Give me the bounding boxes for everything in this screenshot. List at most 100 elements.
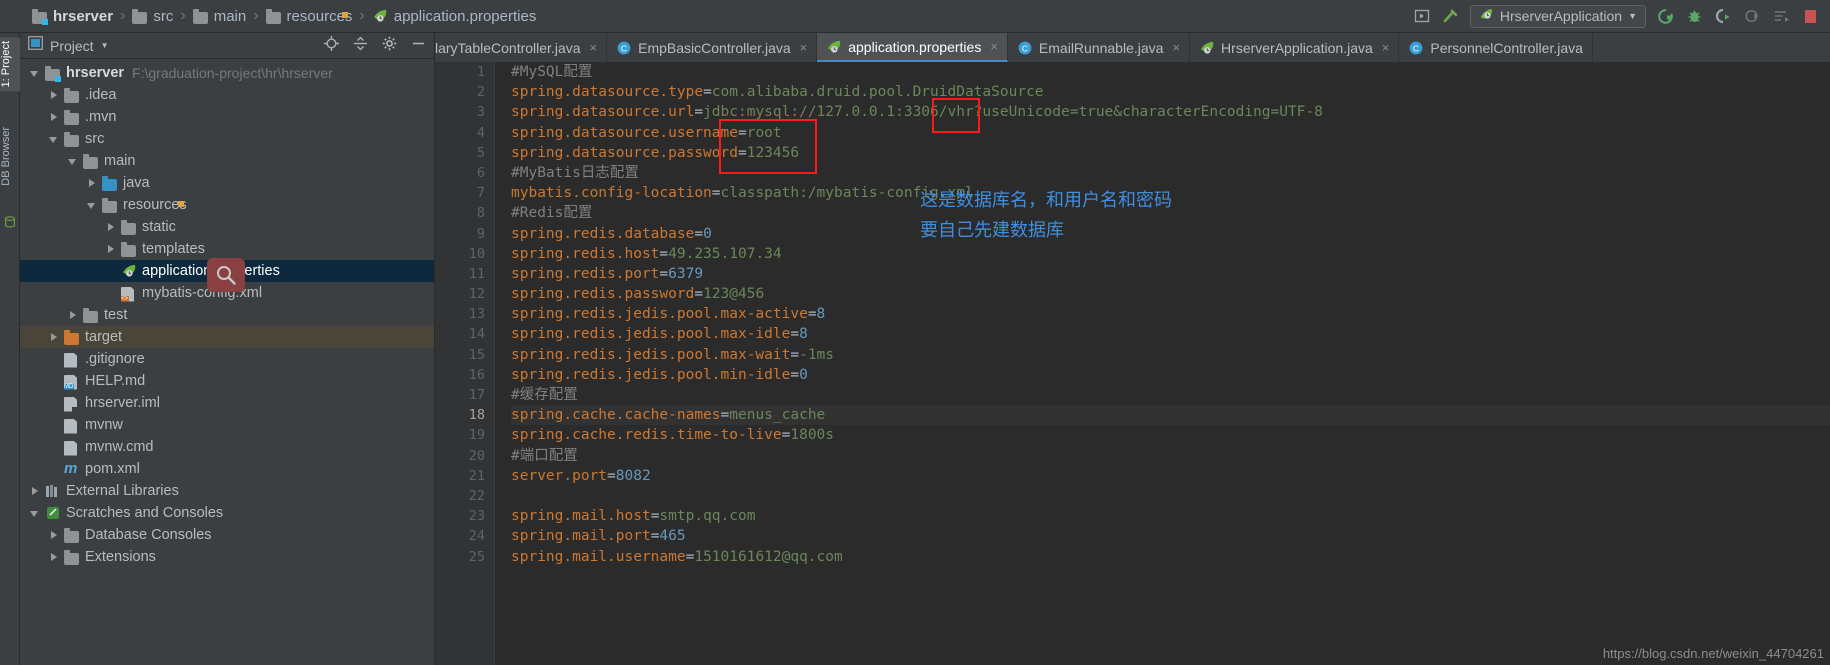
code-line[interactable]: spring.redis.host=49.235.107.34 <box>511 244 1830 264</box>
code-line[interactable]: spring.datasource.type=com.alibaba.druid… <box>511 82 1830 102</box>
editor-tab-empbasiccontroller-java[interactable]: C EmpBasicController.java × <box>607 33 818 62</box>
stop-icon[interactable] <box>1800 6 1820 26</box>
tree-node-resources[interactable]: resources <box>20 194 434 216</box>
tree-node-static[interactable]: static <box>20 216 434 238</box>
code-line[interactable]: spring.redis.jedis.pool.min-idle=0 <box>511 365 1830 385</box>
tree-expand-arrow-icon[interactable] <box>49 530 60 541</box>
run-icon[interactable] <box>1655 6 1675 26</box>
breadcrumb-item-src[interactable]: src <box>128 8 177 25</box>
close-icon[interactable]: × <box>1172 40 1180 55</box>
tree-node-mvnw-cmd[interactable]: mvnw.cmd <box>20 436 434 458</box>
tree-node-java[interactable]: java <box>20 172 434 194</box>
debug-icon[interactable] <box>1684 6 1704 26</box>
code-line[interactable]: spring.cache.cache-names=menus_cache <box>511 405 1830 426</box>
services-icon[interactable] <box>1771 6 1791 26</box>
code-line[interactable]: spring.mail.host=smtp.qq.com <box>511 506 1830 526</box>
settings-gear-icon[interactable] <box>382 36 397 56</box>
code-line[interactable] <box>511 486 1830 506</box>
tree-node--idea[interactable]: .idea <box>20 84 434 106</box>
tree-expand-arrow-icon[interactable] <box>49 112 60 123</box>
toggle-panel-icon[interactable] <box>1412 6 1432 26</box>
tree-node-target[interactable]: target <box>20 326 434 348</box>
tree-node-test[interactable]: test <box>20 304 434 326</box>
project-tree[interactable]: hrserver F:\graduation-project\hr\hrserve… <box>20 59 434 665</box>
editor-tab-emailrunnable-java[interactable]: C EmailRunnable.java × <box>1008 33 1191 62</box>
editor-tab-hrserverapplication-java[interactable]: HrserverApplication.java × <box>1190 33 1400 62</box>
code-line[interactable]: spring.cache.redis.time-to-live=1800s <box>511 425 1830 445</box>
tree-expand-arrow-icon[interactable] <box>30 486 41 497</box>
editor-tab-larytablecontroller-java[interactable]: laryTableController.java × <box>435 33 608 62</box>
tool-window-tab-db-browser[interactable]: DB Browser <box>0 123 20 190</box>
profiler-icon[interactable] <box>1742 6 1762 26</box>
tree-node-src[interactable]: src <box>20 128 434 150</box>
tree-expand-arrow-icon[interactable] <box>49 134 60 145</box>
tree-node--mvn[interactable]: .mvn <box>20 106 434 128</box>
breadcrumb-item-resources[interactable]: resources <box>262 8 357 25</box>
editor-tab-bar[interactable]: laryTableController.java × C EmpBasicContro… <box>435 33 1830 62</box>
code-line[interactable]: #MySQL配置 <box>511 62 1830 82</box>
close-icon[interactable]: × <box>1382 40 1390 55</box>
tree-node-help-md[interactable]: MD HELP.md <box>20 370 434 392</box>
editor-tab-personnelcontroller-java[interactable]: C PersonnelController.java <box>1399 33 1593 62</box>
close-icon[interactable]: × <box>800 40 808 55</box>
breadcrumb-item-main[interactable]: main <box>189 8 251 25</box>
tree-node-database-consoles[interactable]: Database Consoles <box>20 524 434 546</box>
code-line[interactable]: spring.redis.jedis.pool.max-active=8 <box>511 304 1830 324</box>
code-line[interactable]: spring.redis.jedis.pool.max-idle=8 <box>511 324 1830 344</box>
tree-expand-arrow-icon[interactable] <box>68 156 79 167</box>
build-hammer-icon[interactable] <box>1441 6 1461 26</box>
tool-window-tab-project[interactable]: 1: Project <box>0 37 20 92</box>
tree-expand-arrow-icon[interactable] <box>106 244 117 255</box>
tree-node--gitignore[interactable]: .gitignore <box>20 348 434 370</box>
tree-expand-arrow-icon[interactable] <box>30 508 41 519</box>
collapse-all-icon[interactable] <box>353 36 368 56</box>
code-line[interactable]: spring.redis.database=0 <box>511 224 1830 244</box>
tree-node-extensions[interactable]: Extensions <box>20 546 434 568</box>
code-line[interactable]: spring.redis.port=6379 <box>511 264 1830 284</box>
tree-node-scratches-and-consoles[interactable]: Scratches and Consoles <box>20 502 434 524</box>
search-icon[interactable] <box>207 258 245 292</box>
editor-tab-application-properties[interactable]: application.properties × <box>817 33 1008 62</box>
run-configuration-selector[interactable]: HrserverApplication ▼ <box>1469 4 1646 28</box>
code-line[interactable]: spring.datasource.username=root <box>511 123 1830 143</box>
tree-expand-arrow-icon[interactable] <box>49 552 60 563</box>
code-line[interactable]: spring.mail.username=1510161612@qq.com <box>511 547 1830 567</box>
code-line[interactable]: #缓存配置 <box>511 385 1830 405</box>
tree-node-hrserver[interactable]: hrserver F:\graduation-project\hr\hrserve… <box>20 62 434 84</box>
code-line[interactable]: spring.datasource.url=jdbc:mysql://127.0… <box>511 102 1830 122</box>
breadcrumb-item-hrserver[interactable]: hrserver <box>28 8 117 25</box>
code-line[interactable]: spring.mail.port=465 <box>511 526 1830 546</box>
code-line[interactable]: #端口配置 <box>511 446 1830 466</box>
locate-icon[interactable] <box>324 35 339 56</box>
tree-expand-arrow-icon[interactable] <box>87 178 98 189</box>
property-value: jdbc:mysql://127.0.0.1:3306/vhr?useUnico… <box>703 104 1323 121</box>
tree-node-templates[interactable]: templates <box>20 238 434 260</box>
breadcrumb-item-application-properties[interactable]: application.properties <box>368 8 541 25</box>
code-editor[interactable]: 1 2 3 4 5 6 7 8 9 10 11 12 13 14 15 16 17 18 19 20 21 22 23 24 2… <box>435 62 1830 665</box>
close-icon[interactable]: × <box>990 39 998 54</box>
tree-expand-arrow-icon[interactable] <box>87 200 98 211</box>
chevron-down-icon[interactable]: ▼ <box>1628 11 1637 21</box>
code-line[interactable]: server.port=8082 <box>511 466 1830 486</box>
code-line[interactable]: spring.redis.jedis.pool.max-wait=-1ms <box>511 345 1830 365</box>
tree-node-mvnw[interactable]: mvnw <box>20 414 434 436</box>
code-line[interactable]: spring.datasource.password=123456 <box>511 143 1830 163</box>
tree-expand-arrow-icon[interactable] <box>49 332 60 343</box>
tree-expand-arrow-icon[interactable] <box>49 90 60 101</box>
tree-expand-arrow-icon[interactable] <box>106 222 117 233</box>
code-line[interactable]: #MyBatis日志配置 <box>511 163 1830 183</box>
tree-node-main[interactable]: main <box>20 150 434 172</box>
tree-expand-arrow-icon[interactable] <box>68 310 79 321</box>
tree-expand-arrow-icon[interactable] <box>30 68 41 79</box>
close-icon[interactable]: × <box>590 40 598 55</box>
tree-node-pom-xml[interactable]: m pom.xml <box>20 458 434 480</box>
code-line[interactable]: spring.redis.password=123@456 <box>511 284 1830 304</box>
database-icon[interactable] <box>4 215 16 228</box>
run-with-coverage-icon[interactable] <box>1713 6 1733 26</box>
tree-node-hrserver-iml[interactable]: hrserver.iml <box>20 392 434 414</box>
hide-icon[interactable] <box>411 36 426 56</box>
chevron-down-icon[interactable]: ▼ <box>101 41 109 50</box>
code-lines[interactable]: #MySQL配置 spring.datasource.type=com.aliba… <box>511 62 1830 665</box>
tree-node-external-libraries[interactable]: External Libraries <box>20 480 434 502</box>
